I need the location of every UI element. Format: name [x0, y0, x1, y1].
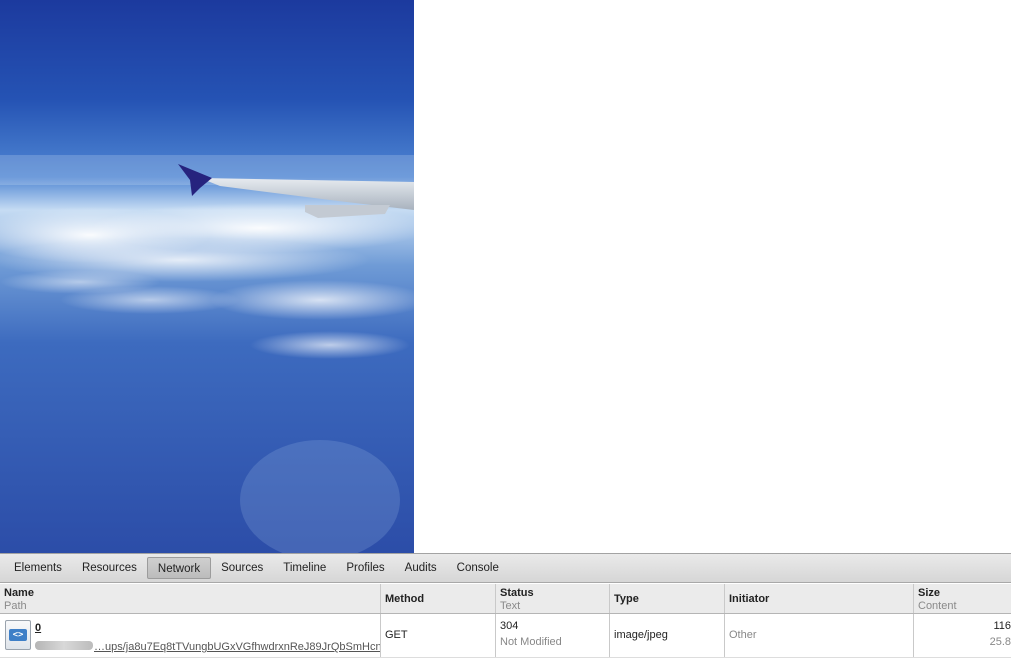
column-header-content-label: Content: [918, 600, 957, 612]
document-icon: <>: [5, 620, 31, 650]
column-header-path-label: Path: [4, 600, 27, 612]
column-header-initiator[interactable]: Initiator: [725, 584, 914, 613]
column-header-size-label: Size: [918, 587, 941, 599]
tab-resources[interactable]: Resources: [72, 557, 147, 579]
tab-elements[interactable]: Elements: [4, 557, 72, 579]
cell-method: GET: [381, 614, 496, 657]
cell-initiator: Other: [725, 614, 914, 657]
browser-viewport: [0, 0, 1011, 553]
status-code: 304: [500, 620, 519, 632]
cell-type: image/jpeg: [610, 614, 725, 657]
cell-size: 116 25.8: [914, 614, 1011, 657]
table-row[interactable]: <> 0 …ups/ja8u7Eq8tTVungbUGxVGfhwdrxnReJ…: [0, 614, 1011, 658]
request-name-link[interactable]: 0: [35, 622, 41, 634]
column-header-initiator-label: Initiator: [729, 593, 770, 605]
request-path-link[interactable]: …ups/ja8u7Eq8tTVungbUGxVGfhwdrxnReJ89JrQ…: [94, 641, 380, 653]
initiator-value: Other: [729, 629, 757, 641]
column-header-size[interactable]: Size Content: [914, 584, 1011, 613]
column-header-type-label: Type: [614, 593, 639, 605]
redacted-host: [35, 641, 93, 651]
request-method: GET: [385, 629, 408, 641]
column-header-status[interactable]: Status Text: [496, 584, 610, 613]
transfer-size: 116: [993, 620, 1011, 632]
column-header-type[interactable]: Type: [610, 584, 725, 613]
cell-status: 304 Not Modified: [496, 614, 610, 657]
tab-sources[interactable]: Sources: [211, 557, 273, 579]
column-header-text-label: Text: [500, 600, 521, 612]
mime-type: image/jpeg: [614, 629, 668, 641]
sky-wing-photo: [0, 0, 414, 553]
cell-name: <> 0 …ups/ja8u7Eq8tTVungbUGxVGfhwdrxnReJ…: [0, 614, 381, 657]
column-header-method-label: Method: [385, 593, 425, 605]
column-header-name-label: Name: [4, 587, 34, 599]
tab-audits[interactable]: Audits: [395, 557, 447, 579]
tab-timeline[interactable]: Timeline: [273, 557, 336, 579]
status-text: Not Modified: [500, 636, 562, 648]
tab-network[interactable]: Network: [146, 557, 212, 579]
content-size: 25.8: [989, 636, 1011, 648]
network-grid-header: Name Path Method Status Text Type Initia…: [0, 584, 1011, 614]
column-header-method[interactable]: Method: [381, 584, 496, 613]
column-header-name[interactable]: Name Path: [0, 584, 381, 613]
devtools-tab-bar: Elements Resources Network Sources Timel…: [0, 554, 1011, 583]
tab-profiles[interactable]: Profiles: [336, 557, 394, 579]
tab-console[interactable]: Console: [447, 557, 509, 579]
devtools-panel: Elements Resources Network Sources Timel…: [0, 553, 1011, 660]
column-header-status-label: Status: [500, 587, 534, 599]
